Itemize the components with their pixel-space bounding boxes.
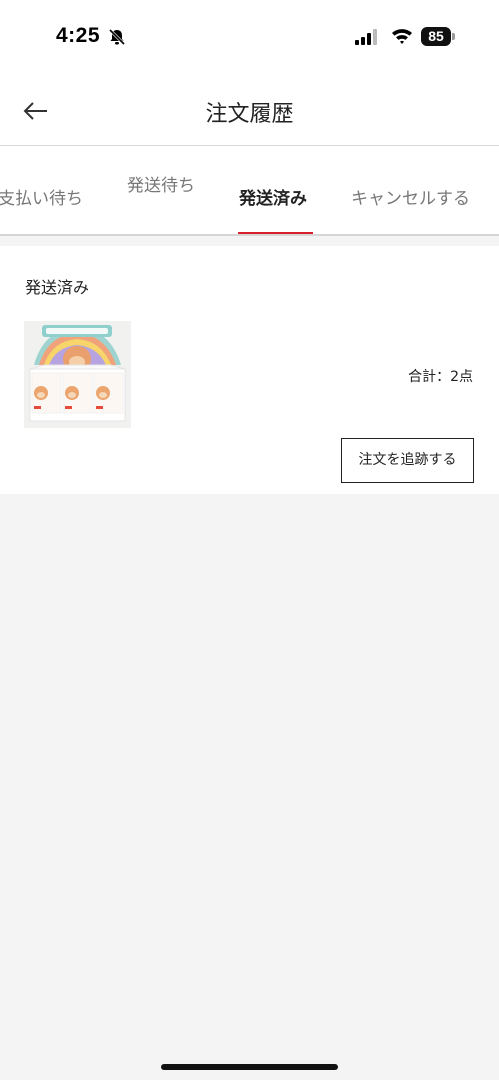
status-time: 4:25 xyxy=(56,24,101,47)
home-indicator[interactable] xyxy=(161,1064,338,1070)
bell-off-icon xyxy=(108,28,126,46)
tab-awaiting-payment[interactable]: 支払い待ち xyxy=(0,184,83,209)
battery-icon: 85 xyxy=(421,27,451,46)
tab-cancel[interactable]: キャンセルする xyxy=(351,184,470,209)
active-tab-indicator xyxy=(238,232,313,234)
battery-tip xyxy=(452,33,455,40)
track-order-button[interactable]: 注文を追跡する xyxy=(341,438,474,483)
signal-icon xyxy=(355,29,377,45)
battery-level: 85 xyxy=(428,28,444,44)
product-box-illustration xyxy=(24,321,131,428)
order-status-tabs: 支払い待ち 発送待ち 発送済み キャンセルする xyxy=(0,146,499,236)
product-image[interactable] xyxy=(24,321,131,428)
status-bar: 4:25 85 xyxy=(0,0,499,76)
order-status-label: 発送済み xyxy=(25,278,90,297)
wifi-icon xyxy=(392,29,412,44)
order-total: 合計：2点 xyxy=(408,369,473,385)
page-title: 注文履歴 xyxy=(205,102,294,127)
nav-bar: 注文履歴 xyxy=(0,76,499,146)
tab-shipped[interactable]: 発送済み xyxy=(239,184,307,209)
order-card: 発送済み 合計：2点 注文を追跡する xyxy=(0,246,499,494)
tab-awaiting-shipment[interactable]: 発送待ち xyxy=(127,171,195,196)
